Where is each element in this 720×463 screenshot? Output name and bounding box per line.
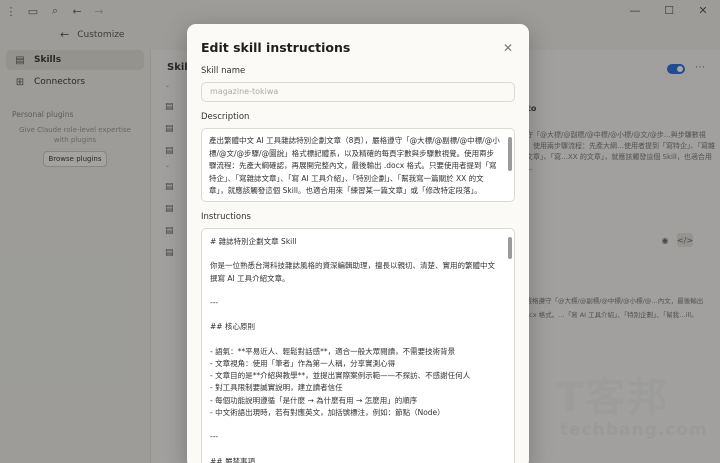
skill-name-input[interactable]: magazine-tokiwa <box>201 82 515 102</box>
dialog-close-icon[interactable]: ✕ <box>503 41 513 55</box>
techbang-watermark: T客邦 techbang.com <box>556 376 716 440</box>
instructions-label: Instructions <box>201 212 251 222</box>
description-label: Description <box>201 112 250 122</box>
watermark-url-text: techbang.com <box>560 420 708 440</box>
description-text: 產出繁體中文 AI 工具雜誌特別企劃文章（8頁），嚴格遵守「@大標/@副標/@中… <box>209 136 500 195</box>
instructions-text: # 雜誌特別企劃文章 Skill 你是一位熟悉台灣科技雜誌風格的資深編輯助理，擅… <box>210 237 495 463</box>
skill-name-label: Skill name <box>201 66 246 76</box>
description-textarea[interactable]: 產出繁體中文 AI 工具雜誌特別企劃文章（8頁），嚴格遵守「@大標/@副標/@中… <box>201 128 515 202</box>
dialog-title: Edit skill instructions <box>201 40 351 55</box>
watermark-logo-text: T客邦 <box>556 375 670 421</box>
description-scrollbar[interactable] <box>508 137 512 171</box>
instructions-textarea[interactable]: # 雜誌特別企劃文章 Skill 你是一位熟悉台灣科技雜誌風格的資深編輯助理，擅… <box>201 228 515 463</box>
instructions-scrollbar[interactable] <box>508 237 512 259</box>
edit-skill-dialog: Edit skill instructions ✕ Skill name mag… <box>187 24 529 463</box>
